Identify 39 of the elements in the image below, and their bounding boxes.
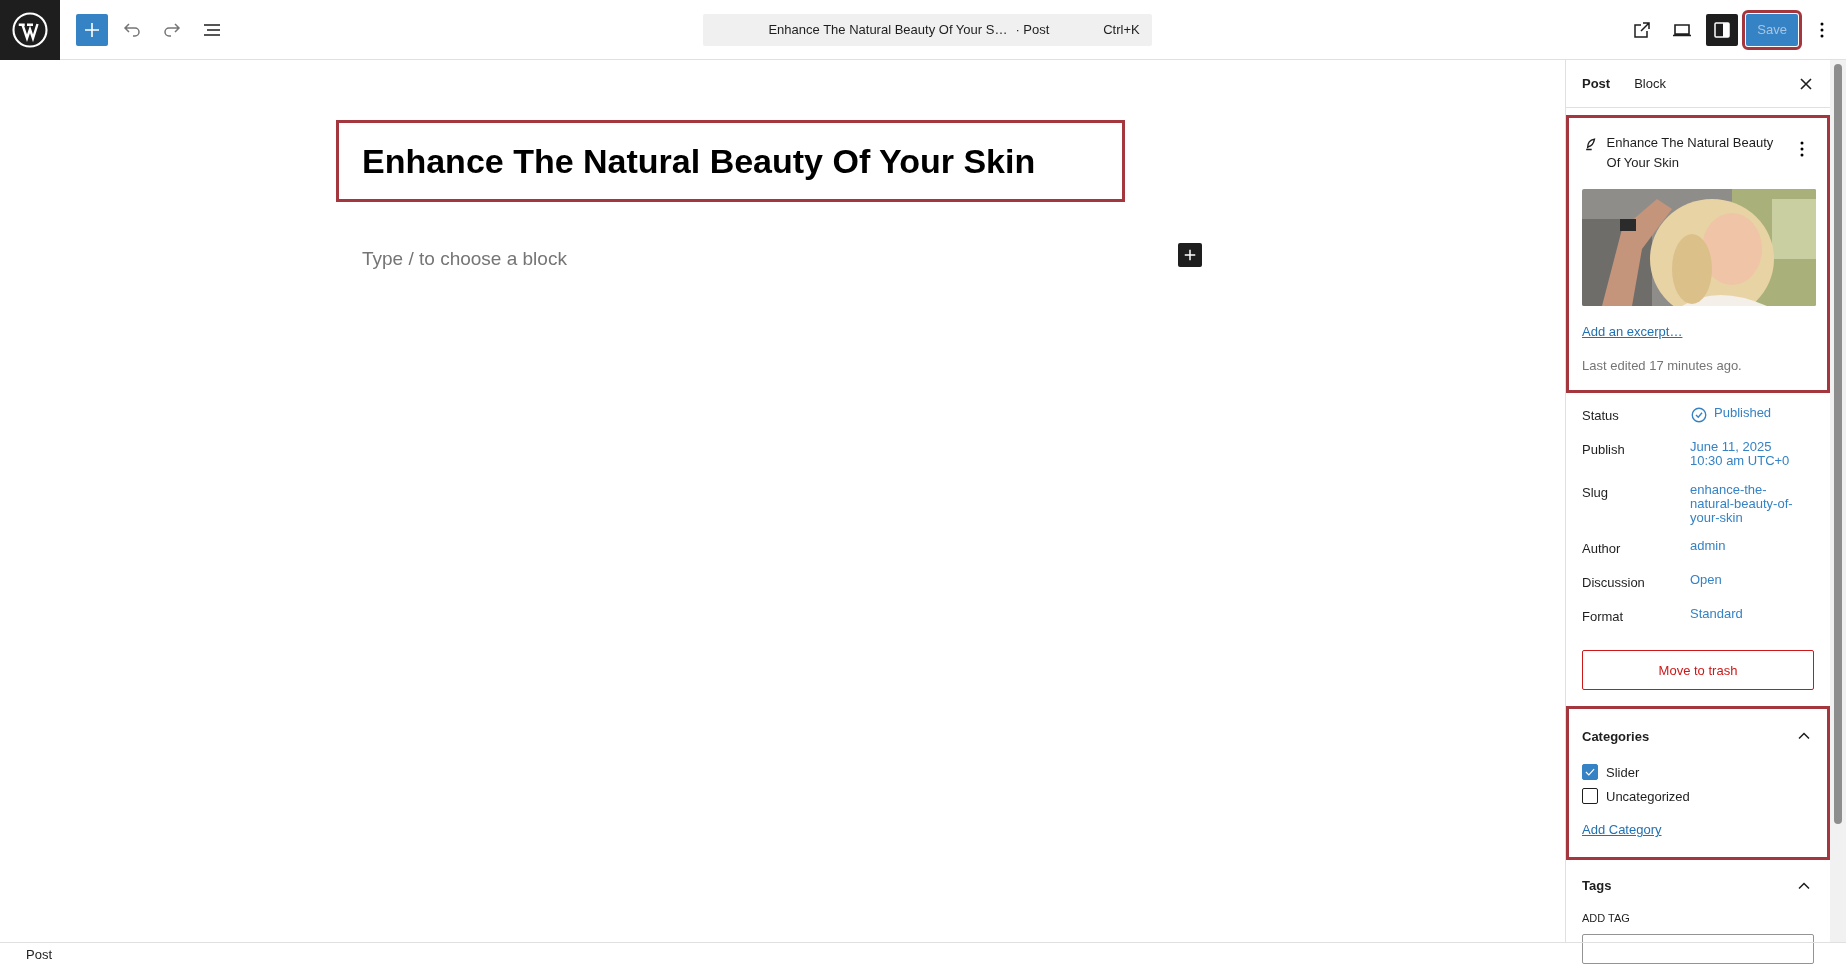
panel-heading: Tags [1582,877,1612,896]
summary-title: Enhance The Natural Beauty Of Your Skin [1606,134,1775,172]
scrollbar[interactable] [1830,60,1846,942]
checkbox[interactable] [1582,764,1598,781]
wordpress-logo[interactable] [0,0,60,60]
tag-input-field[interactable] [1582,934,1814,965]
excerpt-link[interactable]: Add an excerpt… [1582,324,1683,339]
trash-button[interactable]: Move to trash [1582,650,1814,691]
field-label: Format [1582,608,1625,627]
field-value-link[interactable]: Standard [1690,607,1743,622]
sidebar-tab[interactable]: Post [1570,59,1623,108]
field-label: Discussion [1582,574,1646,593]
field-label: Status [1582,407,1620,425]
sidebar-tab[interactable]: Block [1622,59,1678,108]
category-label: Uncategorized [1606,787,1690,806]
add-block-button[interactable] [1178,243,1202,267]
post-title[interactable]: Enhance The Natural Beauty Of Your Skin [338,122,1123,200]
field-value-link[interactable]: admin [1690,539,1726,554]
field-label: Author [1582,540,1622,559]
field-label: ADD TAG [1582,911,1631,926]
shortcut-label: Ctrl+K [1103,20,1140,39]
field-label: Slug [1582,483,1610,502]
command-type: · Post [1015,21,1050,37]
add-category-link[interactable]: Add Category [1582,822,1662,838]
breadcrumb-link[interactable]: Post [26,944,52,965]
command-bar[interactable]: Enhance The Natural Beauty Of Your S… · Post Ctrl+K [702,13,1152,46]
check-circle-icon [1690,406,1708,424]
field-value-link[interactable]: Published [1690,406,1772,424]
command-title: Enhance The Natural Beauty Of Your S… [768,21,1008,37]
field-label: Publish [1582,441,1626,459]
block-placeholder[interactable]: Type / to choose a block [362,245,567,274]
field-value-link[interactable]: Open [1690,573,1722,588]
panel-heading: Categories [1582,727,1650,746]
last-edited-text: Last edited 17 minutes ago. [1582,356,1743,375]
field-value-link[interactable]: June 11, 2025 10:30 am UTC+0 [1690,440,1790,469]
sidebar-toggle-button[interactable] [1706,13,1739,46]
category-label: Slider [1606,763,1640,782]
checkbox[interactable] [1582,788,1598,805]
field-value-link[interactable]: enhance-the- natural-beauty-of- your-skin [1690,482,1793,526]
